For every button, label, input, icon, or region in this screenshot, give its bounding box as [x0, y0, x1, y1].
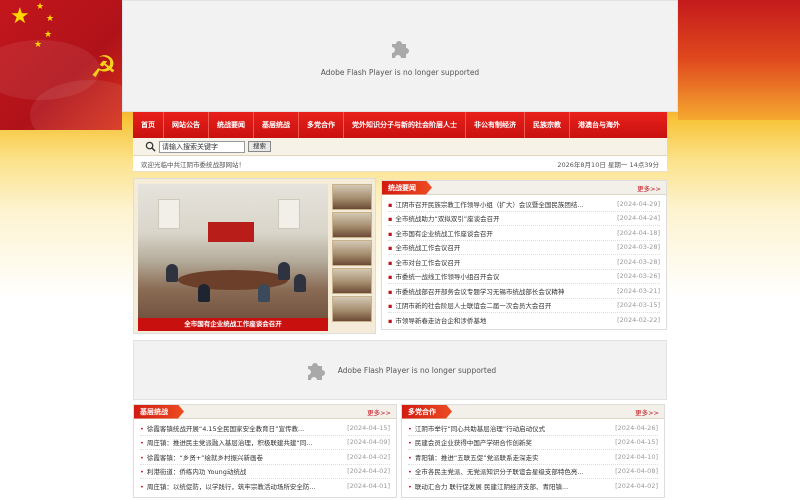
slideshow: 全市国有企业统战工作座谈会召开: [133, 178, 376, 334]
nav-item-announcements[interactable]: 网站公告: [164, 112, 209, 138]
search-input[interactable]: 请输入搜索关键字: [159, 140, 245, 153]
main-nav: 首页 网站公告 统战要闻 基层统战 多党合作 党外知识分子与新的社会阶层人士 非…: [133, 112, 667, 138]
panel-header: 多党合作 更多>>: [402, 404, 664, 419]
flag-decoration: ★ ★ ★ ★ ★ ☭: [0, 0, 122, 130]
current-datetime: 2026年8月10日 星期一 14点39分: [557, 160, 659, 169]
more-link[interactable]: 更多>>: [635, 407, 664, 417]
flash-banner-top: Adobe Flash Player is no longer supporte…: [122, 0, 678, 112]
list-item[interactable]: • 青阳镇：推进“五联五促”党派联系走深走实 [2024-04-10]: [408, 450, 658, 465]
grassroots-panel: 基层统战 更多>> • 徐霞客镇统战开展“4.15全民国家安全教育日”宣传教...…: [133, 404, 397, 498]
list-item[interactable]: ▪ 全市统战助力“双拟双引”座谈会召开 [2024-04-24]: [388, 212, 660, 226]
search-bar: 请输入搜索关键字 搜索: [133, 138, 667, 156]
slide-caption[interactable]: 全市国有企业统战工作座谈会召开: [138, 318, 328, 331]
multiparty-panel: 多党合作 更多>> • 江阴市举行“同心共助基层治理”行动启动仪式 [2024-04…: [401, 404, 665, 498]
slide-thumbnail[interactable]: [332, 184, 372, 210]
list-item[interactable]: • 周庄镇：推进民主党派融入基层治理，积极联建共建“同... [2024-04-09…: [140, 436, 390, 450]
list-item[interactable]: • 徐霞客镇统战开展“4.15全民国家安全教育日”宣传教... [2024-04-1…: [140, 421, 390, 436]
list-item[interactable]: • 全市各民主党派、无党派知识分子联谊会星级支部特色亮... [2024-04-08…: [408, 465, 658, 479]
slide-thumbnail[interactable]: [332, 268, 372, 294]
slide-thumbnails: [332, 184, 372, 324]
list-item[interactable]: • 徐霞客镇：“乡贤+”绘就乡村振兴新画卷 [2024-04-02]: [140, 450, 390, 465]
list-item[interactable]: ▪ 市委统战部召开部务会议专题学习无锡市统战部长会议精神 [2024-03-21]: [388, 284, 660, 299]
list-item[interactable]: • 江阴市举行“同心共助基层治理”行动启动仪式 [2024-04-26]: [408, 421, 658, 436]
plugin-icon: [392, 40, 409, 58]
slide-thumbnail[interactable]: [332, 212, 372, 238]
panel-header: 统战要闻 更多>>: [382, 180, 666, 195]
nav-item-hk-macao-taiwan[interactable]: 港澳台与海外: [570, 112, 628, 138]
search-button[interactable]: 搜索: [248, 141, 271, 152]
slide-thumbnail[interactable]: [332, 240, 372, 266]
list-item[interactable]: • 联动汇合力 联行促发展 民建江阴经济支部、青阳镇... [2024-04-02]: [408, 479, 658, 494]
news-panel: 统战要闻 更多>> ▪ 江阴市召开民族宗教工作领导小组（扩大）会议暨全国民族团结.…: [381, 180, 667, 330]
nav-item-grassroots[interactable]: 基层统战: [254, 112, 299, 138]
list-item[interactable]: ▪ 全市国有企业统战工作座谈会召开 [2024-04-18]: [388, 226, 660, 241]
list-item[interactable]: ▪ 市领导新春走访台企和涉侨基地 [2024-02-22]: [388, 313, 660, 328]
nav-item-multiparty[interactable]: 多党合作: [299, 112, 344, 138]
slide-photo[interactable]: [138, 184, 328, 324]
panel-title: 多党合作: [402, 404, 452, 419]
flash-banner-middle: Adobe Flash Player is no longer supporte…: [133, 340, 667, 400]
list-item[interactable]: • 周庄镇：以统促防，以学践行，筑牢宗教活动场所安全防... [2024-04-01…: [140, 479, 390, 494]
more-link[interactable]: 更多>>: [637, 183, 666, 193]
panel-title: 统战要闻: [382, 180, 432, 195]
nav-item-united-front-news[interactable]: 统战要闻: [209, 112, 254, 138]
nav-item-ethnic-religion[interactable]: 民族宗教: [525, 112, 570, 138]
plugin-icon: [307, 363, 325, 380]
flash-message: Adobe Flash Player is no longer supporte…: [320, 67, 480, 77]
slide-thumbnail[interactable]: [332, 296, 372, 322]
list-item[interactable]: ▪ 全市统战工作会议召开 [2024-03-28]: [388, 241, 660, 255]
panel-title: 基层统战: [134, 404, 184, 419]
nav-item-home[interactable]: 首页: [133, 112, 164, 138]
list-item[interactable]: • 利港街道：侨练内功 Young动统战 [2024-04-02]: [140, 465, 390, 479]
flash-message: Adobe Flash Player is no longer supporte…: [337, 365, 497, 375]
list-item[interactable]: • 民建会员企业获得中国产学研合作创新奖 [2024-04-15]: [408, 436, 658, 450]
list-item[interactable]: ▪ 市委统一战线工作领导小组召开会议 [2024-03-26]: [388, 270, 660, 284]
nav-item-intellectuals[interactable]: 党外知识分子与新的社会阶层人士: [344, 112, 466, 138]
list-item[interactable]: ▪ 江阴市召开民族宗教工作领导小组（扩大）会议暨全国民族团结... [2024-04…: [388, 197, 660, 212]
list-item[interactable]: ▪ 全市对台工作会议召开 [2024-03-28]: [388, 255, 660, 270]
nav-item-non-public-economy[interactable]: 非公有制经济: [466, 112, 525, 138]
panel-header: 基层统战 更多>>: [134, 404, 396, 419]
more-link[interactable]: 更多>>: [367, 407, 396, 417]
welcome-text: 欢迎光临中共江阴市委统战部网站！: [141, 160, 245, 169]
background-decoration-right: [678, 0, 800, 120]
list-item[interactable]: ▪ 江阴市新的社会阶层人士联谊会二届一次会员大会召开 [2024-03-15]: [388, 299, 660, 313]
welcome-bar: 欢迎光临中共江阴市委统战部网站！ 2026年8月10日 星期一 14点39分: [133, 156, 667, 172]
search-icon: [145, 141, 156, 152]
